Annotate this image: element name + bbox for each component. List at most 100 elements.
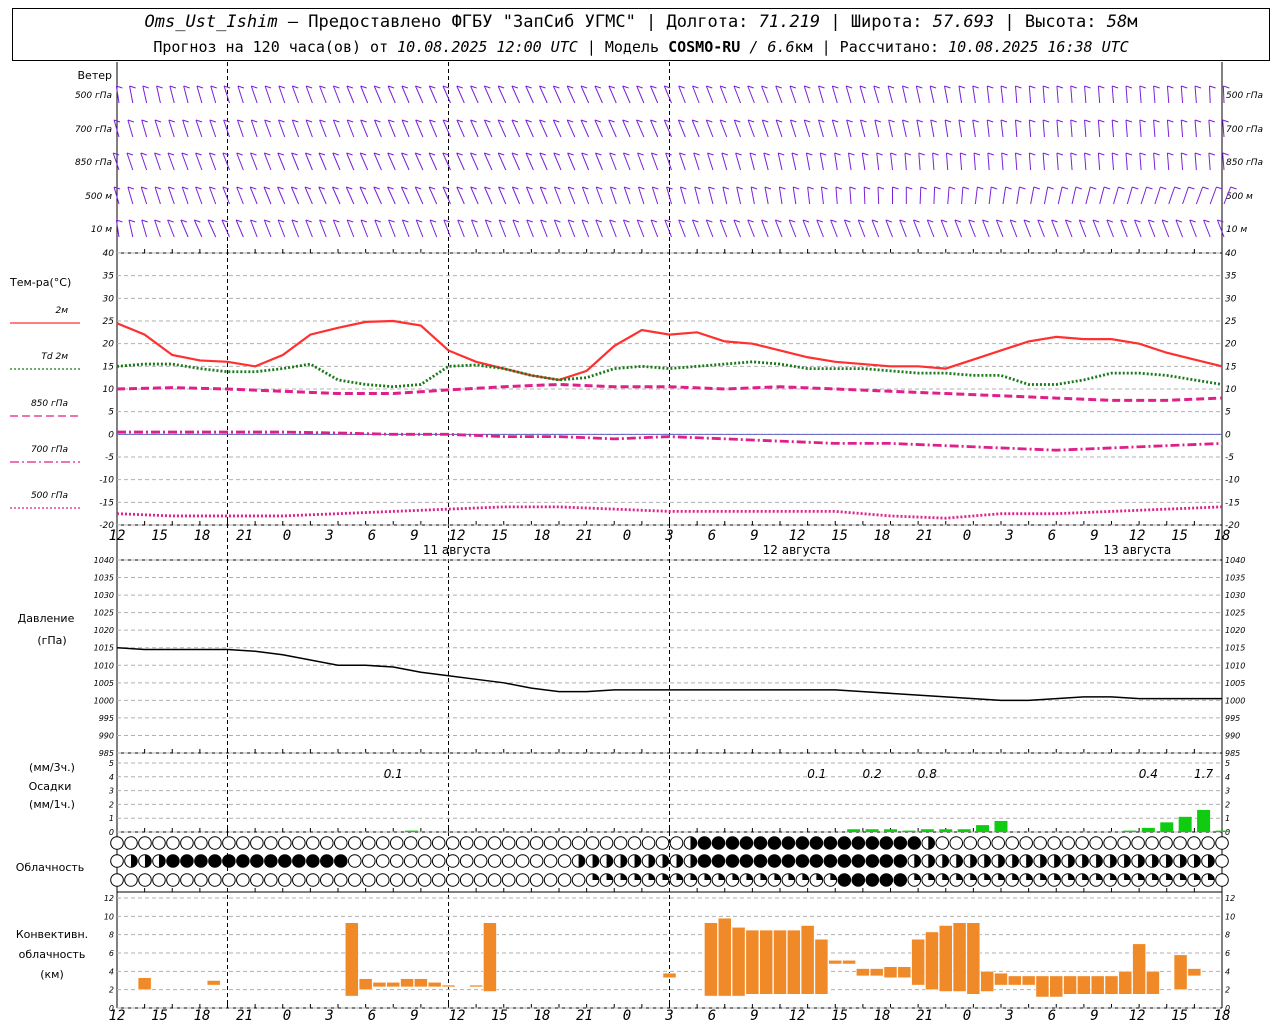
cloud-cover-symbol xyxy=(641,836,656,850)
wind-barb xyxy=(360,119,369,138)
cloud-fill xyxy=(1166,873,1173,880)
wind-barb xyxy=(802,219,811,238)
wind-barb xyxy=(1126,186,1133,205)
cloud-cover-symbol xyxy=(473,836,488,850)
wind-barb xyxy=(1189,219,1197,238)
wind-barb xyxy=(127,186,134,205)
wind-barb xyxy=(968,219,976,238)
cloud-cover-symbol xyxy=(1033,836,1047,850)
cloud-cover-symbol xyxy=(809,854,824,868)
cloud-fill xyxy=(1152,873,1159,880)
cloud-fill xyxy=(166,854,180,868)
cloud-cover-symbol xyxy=(739,854,754,868)
cloud-cover-symbol xyxy=(306,873,320,887)
cloud-circle xyxy=(557,873,572,887)
cloud-cover-symbol xyxy=(180,836,194,850)
wind-barb xyxy=(511,85,521,104)
wind-barb xyxy=(525,152,534,171)
cloud-cover-symbol xyxy=(459,873,474,887)
wind-barb xyxy=(650,85,659,104)
wind-barb-flag xyxy=(1042,152,1050,156)
precip-total-label: 0.1 xyxy=(384,767,403,781)
cloud-cover-symbol xyxy=(599,873,614,887)
temp-tick-right: 15 xyxy=(1225,362,1237,372)
wind-barb xyxy=(332,186,341,205)
cloud-cover-symbol xyxy=(264,854,278,868)
cloud-circle xyxy=(194,836,208,850)
wind-barb xyxy=(816,219,824,238)
wind-barb-flag xyxy=(156,85,163,89)
wind-barb xyxy=(1166,152,1170,171)
precip-bar xyxy=(957,829,971,832)
wind-barb xyxy=(346,219,355,238)
wind-barb xyxy=(764,186,769,205)
cloud-fill xyxy=(907,836,921,850)
hour-label-bottom: 9 xyxy=(750,1008,758,1024)
wind-barb xyxy=(1064,219,1073,238)
temp-tick-left: 20 xyxy=(103,340,115,350)
cloud-circle xyxy=(487,873,502,887)
cloud-circle xyxy=(417,836,432,850)
cloud-cover-symbol xyxy=(138,873,152,887)
wind-barb xyxy=(1028,85,1032,104)
wind-barb xyxy=(719,219,728,238)
wind-barb xyxy=(594,85,603,104)
hour-label-bottom: 18 xyxy=(194,1008,211,1024)
wind-barb xyxy=(318,152,327,171)
cloud-circle xyxy=(599,836,614,850)
convective-bar xyxy=(1008,975,1022,986)
convective-bar xyxy=(206,980,221,986)
cloud-cover-symbol xyxy=(1173,836,1187,850)
convective-bar xyxy=(939,925,953,992)
convective-tick-left: 10 xyxy=(104,912,114,921)
wind-barb xyxy=(623,186,631,205)
cloud-fill xyxy=(866,854,879,868)
cloud-cover-symbol xyxy=(417,854,432,868)
cloud-fill xyxy=(810,836,823,850)
convective-bar xyxy=(358,978,373,990)
wind-barb-flag xyxy=(1132,186,1139,190)
cloud-fill xyxy=(1110,873,1117,880)
wind-barb xyxy=(319,219,327,238)
wind-barb xyxy=(835,186,838,205)
cloud-circle xyxy=(361,873,376,887)
cloud-fill xyxy=(278,854,292,868)
wind-barb xyxy=(169,85,175,104)
temp-tick-left: 15 xyxy=(103,362,115,372)
wind-barb xyxy=(1154,186,1161,205)
wind-barb xyxy=(678,219,686,238)
wind-barb-flag xyxy=(1118,186,1125,190)
cloud-cover-symbol xyxy=(879,836,894,850)
wind-barb xyxy=(1097,119,1101,138)
wind-barb xyxy=(456,85,465,104)
wind-barb-flag xyxy=(972,119,979,123)
wind-barb-flag xyxy=(1167,152,1174,156)
wind-barb xyxy=(237,85,244,104)
convective-tick-left: 4 xyxy=(109,967,114,976)
cloud-fill xyxy=(690,873,697,880)
convective-bar xyxy=(704,922,718,997)
cloud-cover-symbol xyxy=(459,854,474,868)
cloud-cover-symbol xyxy=(389,873,404,887)
convective-bar xyxy=(718,917,732,997)
cloud-cover-symbol xyxy=(515,873,530,887)
cloud-cover-symbol xyxy=(543,836,558,850)
cloud-circle xyxy=(515,854,530,868)
wind-barb xyxy=(1120,219,1128,238)
cloud-circle xyxy=(403,873,418,887)
pressure-tick-left: 1030 xyxy=(94,591,114,600)
hour-label: 0 xyxy=(963,528,971,544)
wind-barb-flag xyxy=(977,186,984,190)
cloud-fill xyxy=(998,854,1005,868)
wind-barb xyxy=(181,186,189,205)
pressure-tick-right: 1035 xyxy=(1225,574,1245,583)
wind-barb xyxy=(705,119,714,138)
wind-barb-flag xyxy=(1153,119,1160,123)
cloud-cover-symbol xyxy=(977,854,992,868)
wind-barb xyxy=(818,85,824,104)
wind-barb xyxy=(484,219,493,238)
cloud-cover-symbol xyxy=(795,873,810,887)
cloud-circle xyxy=(529,836,544,850)
wind-barb xyxy=(1000,85,1004,104)
cloud-cover-symbol xyxy=(306,836,320,850)
